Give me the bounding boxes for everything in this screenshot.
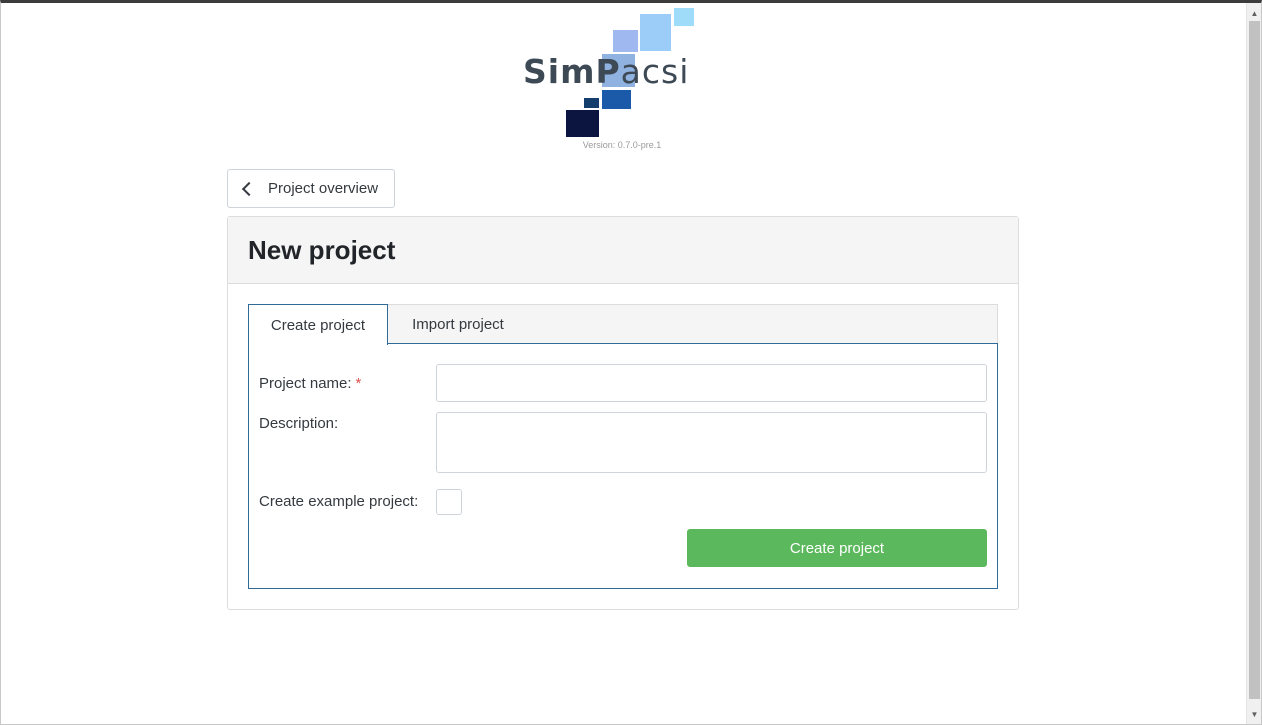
logo-square <box>584 98 599 108</box>
simpacsi-logo: SimPacsi <box>520 6 730 141</box>
example-project-label: Create example project: <box>259 493 419 510</box>
example-project-checkbox[interactable] <box>436 489 462 515</box>
version-text: Version: 0.7.0-pre.1 <box>582 140 662 150</box>
required-marker: * <box>355 375 362 392</box>
create-project-button[interactable]: Create project <box>687 529 987 567</box>
project-tabs: Create project Import project <box>248 304 998 345</box>
logo-square <box>640 14 671 51</box>
project-overview-label: Project overview <box>268 180 379 197</box>
scroll-down-icon[interactable]: ▼ <box>1247 706 1262 722</box>
description-label: Description: <box>259 415 339 432</box>
description-textarea[interactable] <box>436 412 987 473</box>
logo-square <box>613 30 638 52</box>
project-overview-button[interactable]: Project overview <box>227 169 395 208</box>
logo-wordmark: SimPacsi <box>523 52 690 91</box>
tab-create-project[interactable]: Create project <box>248 304 388 345</box>
create-project-panel: Project name: * Description: Create examp… <box>248 343 998 589</box>
card-header: New project <box>228 217 1018 284</box>
project-name-label: Project name: * <box>259 375 362 392</box>
scroll-up-icon[interactable]: ▲ <box>1247 5 1262 21</box>
logo-square <box>674 8 694 26</box>
page-title: New project <box>248 234 396 265</box>
scroll-thumb[interactable] <box>1249 21 1260 699</box>
vertical-scrollbar[interactable]: ▲ ▼ <box>1246 3 1261 724</box>
logo-square <box>566 110 599 137</box>
project-name-input[interactable] <box>436 364 987 402</box>
chevron-left-icon <box>241 181 257 196</box>
tab-import-project[interactable]: Import project <box>388 304 528 344</box>
new-project-card: New project Create project Import projec… <box>227 216 1019 610</box>
logo-square <box>602 90 631 109</box>
